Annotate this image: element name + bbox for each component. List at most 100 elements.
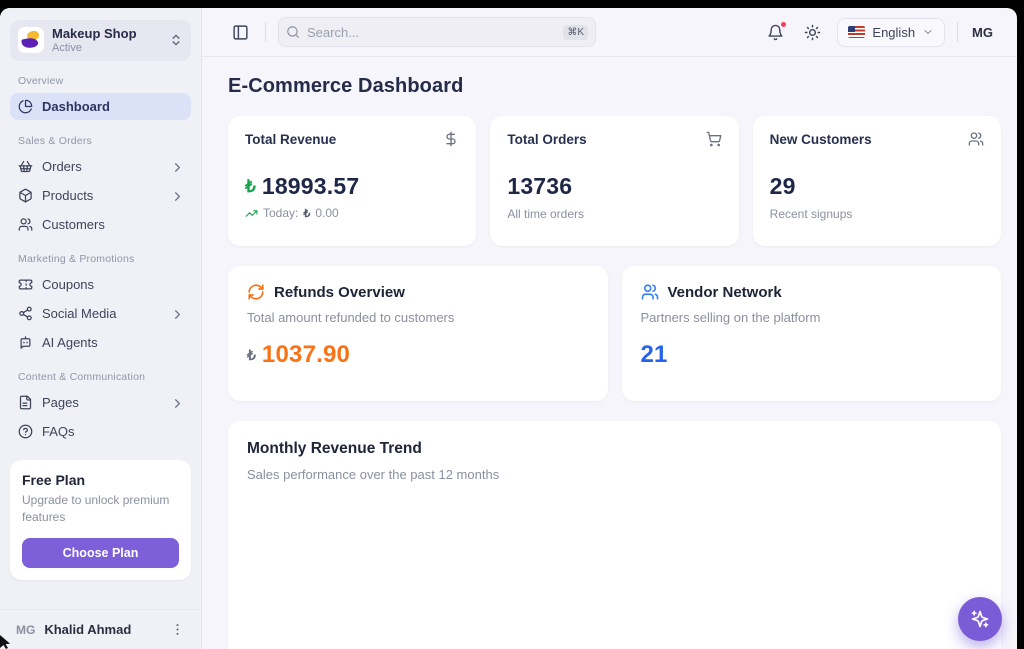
sidebar-item-label: Social Media — [42, 306, 161, 321]
choose-plan-button[interactable]: Choose Plan — [22, 538, 179, 568]
currency-symbol: ₺ — [245, 177, 256, 197]
stat-title: New Customers — [770, 132, 872, 147]
info-subtitle: Partners selling on the platform — [641, 310, 983, 325]
sidebar-item-ai-agents[interactable]: AI Agents — [10, 329, 191, 356]
topbar-avatar[interactable]: MG — [970, 25, 995, 40]
stat-value: 29 — [770, 173, 796, 200]
sidebar-item-orders[interactable]: Orders — [10, 153, 191, 180]
users-icon — [18, 217, 33, 232]
plan-card: Free Plan Upgrade to unlock premium feat… — [10, 460, 191, 580]
share-icon — [18, 306, 33, 321]
main-area: ⌘K English MG E-Commerc — [202, 8, 1017, 649]
search-icon — [286, 25, 300, 39]
sidebar-item-coupons[interactable]: Coupons — [10, 271, 191, 298]
chevron-right-icon — [170, 160, 183, 173]
total-revenue-card: Total Revenue ₺ 18993.57 Today: ₺ 0.00 — [228, 116, 476, 246]
divider — [957, 22, 958, 42]
refresh-icon — [247, 283, 265, 301]
info-value: 21 — [641, 341, 668, 369]
shop-status: Active — [52, 42, 161, 55]
app-window: Makeup Shop Active Overview Dashboard Sa… — [0, 8, 1017, 649]
plan-description: Upgrade to unlock premium features — [22, 492, 179, 527]
chevron-right-icon — [170, 307, 183, 320]
currency-symbol: ₺ — [247, 347, 256, 364]
section-label-marketing: Marketing & Promotions — [18, 253, 183, 265]
info-title: Vendor Network — [668, 284, 782, 301]
search-shortcut-badge: ⌘K — [563, 25, 588, 40]
ai-assistant-fab[interactable] — [958, 597, 1002, 641]
sidebar-item-pages[interactable]: Pages — [10, 389, 191, 416]
info-value: 1037.90 — [262, 341, 350, 369]
package-icon — [18, 188, 33, 203]
screen: Makeup Shop Active Overview Dashboard Sa… — [0, 0, 1024, 649]
search-box[interactable]: ⌘K — [278, 17, 596, 47]
sidebar-item-label: FAQs — [42, 424, 183, 439]
sidebar-item-label: Coupons — [42, 277, 183, 292]
sidebar-item-social-media[interactable]: Social Media — [10, 300, 191, 327]
sidebar-item-customers[interactable]: Customers — [10, 211, 191, 238]
chevron-down-icon — [922, 26, 934, 38]
language-selector[interactable]: English — [837, 18, 945, 47]
topbar: ⌘K English MG — [202, 8, 1017, 57]
sidebar-item-label: Pages — [42, 395, 161, 410]
users-icon — [968, 131, 984, 147]
sidebar-item-label: Customers — [42, 217, 183, 232]
info-subtitle: Total amount refunded to customers — [247, 310, 589, 325]
ellipsis-vertical-icon[interactable] — [170, 622, 185, 637]
sidebar-item-label: Dashboard — [42, 99, 183, 114]
sidebar-item-label: Orders — [42, 159, 161, 174]
stat-title: Total Orders — [507, 132, 586, 147]
section-label-content: Content & Communication — [18, 371, 183, 383]
total-orders-card: Total Orders 13736 All time orders — [490, 116, 738, 246]
sidebar-item-products[interactable]: Products — [10, 182, 191, 209]
sidebar-item-label: AI Agents — [42, 335, 183, 350]
sidebar: Makeup Shop Active Overview Dashboard Sa… — [0, 8, 202, 649]
chart-title: Monthly Revenue Trend — [247, 440, 982, 458]
stat-sub-value: 0.00 — [315, 206, 338, 220]
stat-subtitle: Recent signups — [770, 207, 984, 221]
sidebar-item-label: Products — [42, 188, 161, 203]
sparkles-icon — [970, 609, 990, 629]
currency-symbol: ₺ — [303, 207, 310, 220]
stat-value: 13736 — [507, 173, 572, 200]
ticket-icon — [18, 277, 33, 292]
trending-up-icon — [245, 207, 258, 220]
shop-switcher[interactable]: Makeup Shop Active — [10, 20, 191, 61]
info-title: Refunds Overview — [274, 284, 405, 301]
stat-value: 18993.57 — [262, 173, 360, 200]
users-icon — [641, 283, 659, 301]
sidebar-user[interactable]: MG Khalid Ahmad — [0, 609, 201, 649]
refunds-overview-card: Refunds Overview Total amount refunded t… — [228, 266, 608, 401]
language-label: English — [872, 25, 915, 40]
sidebar-toggle-button[interactable] — [228, 20, 253, 45]
chevron-right-icon — [170, 189, 183, 202]
plan-title: Free Plan — [22, 472, 179, 488]
chart-pie-icon — [18, 99, 33, 114]
info-row: Refunds Overview Total amount refunded t… — [228, 266, 1001, 401]
shopping-basket-icon — [18, 159, 33, 174]
bot-icon — [18, 335, 33, 350]
vendor-network-card: Vendor Network Partners selling on the p… — [622, 266, 1002, 401]
mouse-cursor — [0, 635, 11, 649]
shop-name: Makeup Shop — [52, 26, 161, 42]
search-input[interactable] — [307, 25, 556, 40]
section-label-overview: Overview — [18, 75, 183, 87]
file-icon — [18, 395, 33, 410]
divider — [265, 22, 266, 42]
stats-row: Total Revenue ₺ 18993.57 Today: ₺ 0.00 — [228, 116, 1001, 246]
dollar-icon — [443, 131, 459, 147]
us-flag-icon — [848, 26, 865, 38]
sidebar-item-faqs[interactable]: FAQs — [10, 418, 191, 445]
theme-toggle-button[interactable] — [800, 20, 825, 45]
stat-subtitle: All time orders — [507, 207, 721, 221]
chart-subtitle: Sales performance over the past 12 month… — [247, 467, 982, 482]
sun-icon — [804, 24, 821, 41]
help-circle-icon — [18, 424, 33, 439]
section-label-sales-orders: Sales & Orders — [18, 135, 183, 147]
new-customers-card: New Customers 29 Recent signups — [753, 116, 1001, 246]
stat-sub-label: Today: — [263, 206, 298, 220]
sidebar-item-dashboard[interactable]: Dashboard — [10, 93, 191, 120]
notifications-button[interactable] — [763, 20, 788, 45]
dashboard-content: E-Commerce Dashboard Total Revenue ₺ 189… — [202, 57, 1017, 649]
user-name: Khalid Ahmad — [44, 622, 161, 637]
